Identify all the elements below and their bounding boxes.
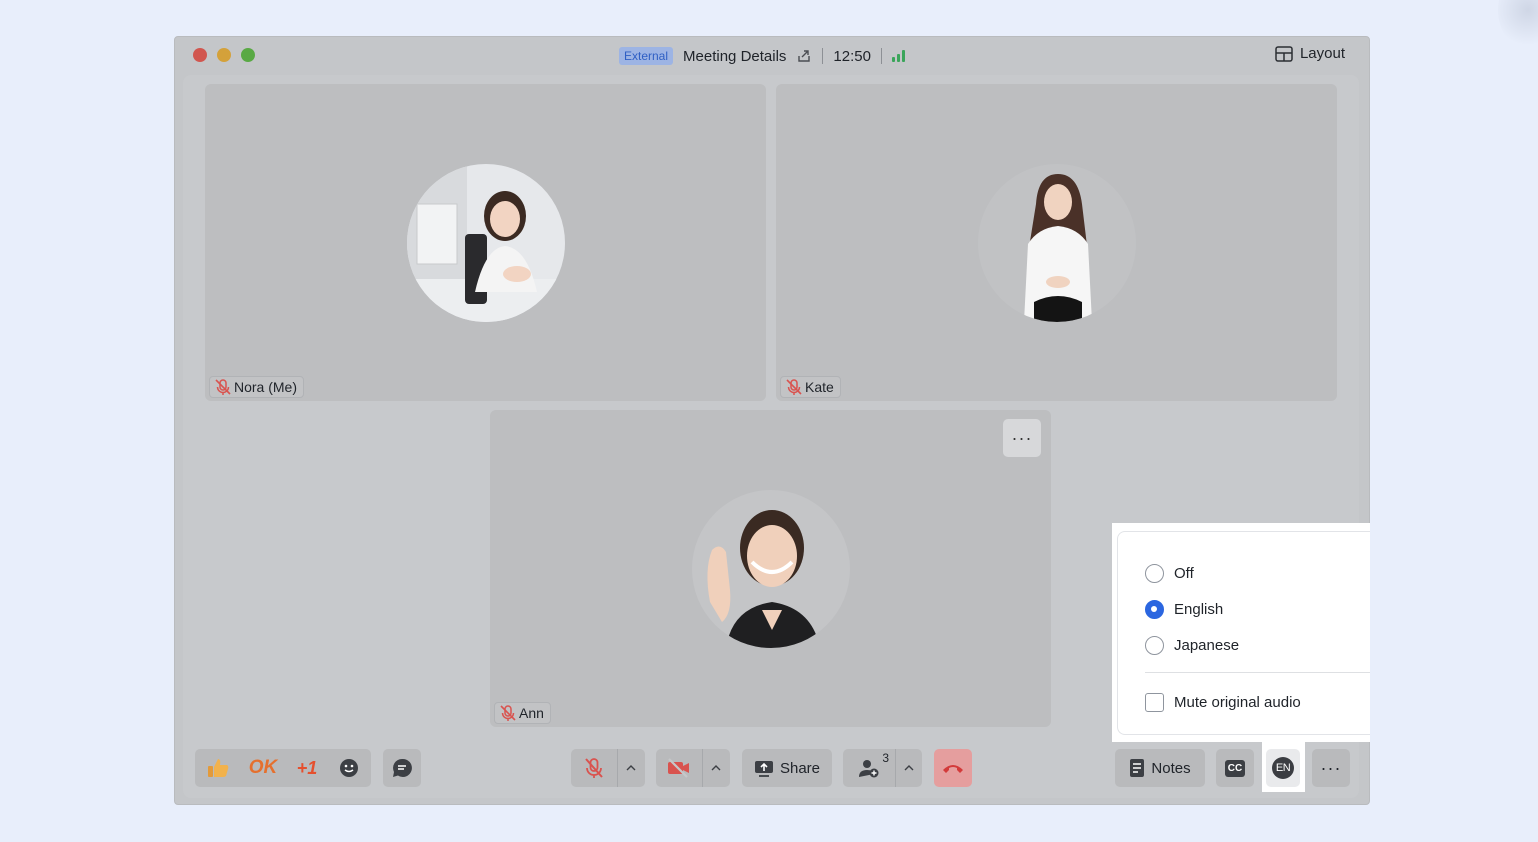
reactions-group: OK +1 xyxy=(195,749,371,787)
share-button-content: Share xyxy=(754,749,820,787)
network-signal-icon[interactable] xyxy=(891,50,905,62)
video-off-icon xyxy=(668,758,689,778)
grid-layout-icon xyxy=(1275,45,1293,62)
radio-off[interactable] xyxy=(1145,564,1164,583)
participants-options-caret[interactable] xyxy=(895,749,921,787)
minimize-window-button[interactable] xyxy=(217,48,231,62)
emoji-button[interactable] xyxy=(329,749,369,787)
interpretation-menu: Off English Japanese Mute original audio xyxy=(1117,531,1370,735)
participants-icon xyxy=(859,760,879,778)
mic-muted-icon xyxy=(500,705,516,721)
radio-japanese[interactable] xyxy=(1145,636,1164,655)
radio-english-selected[interactable] xyxy=(1145,600,1164,619)
more-options-button[interactable]: ··· xyxy=(1312,749,1350,787)
background-shadow xyxy=(1498,0,1538,50)
notes-label: Notes xyxy=(1151,759,1191,777)
interpretation-popover: Off English Japanese Mute original audio xyxy=(1112,523,1370,742)
meeting-timer: 12:50 xyxy=(833,47,871,65)
notes-icon xyxy=(1130,759,1145,777)
mute-original-audio-option[interactable]: Mute original audio xyxy=(1145,693,1301,712)
chevron-up-icon xyxy=(626,765,635,771)
participant-name: Nora (Me) xyxy=(234,379,298,395)
option-label: English xyxy=(1174,601,1224,618)
mute-original-checkbox[interactable] xyxy=(1145,693,1164,712)
thumbs-up-button[interactable] xyxy=(195,749,241,787)
notes-button[interactable]: Notes xyxy=(1115,749,1205,787)
video-tile-nora[interactable]: Nora (Me) xyxy=(205,84,766,401)
mic-muted-icon xyxy=(585,758,603,778)
cc-icon: CC xyxy=(1224,759,1246,777)
maximize-window-button[interactable] xyxy=(241,48,255,62)
chevron-up-icon xyxy=(711,765,720,771)
title-bar: External Meeting Details 12:50 Layout xyxy=(175,37,1369,75)
share-screen-icon xyxy=(754,761,773,777)
meeting-title-group: External Meeting Details 12:50 xyxy=(619,45,905,67)
participant-name: Ann xyxy=(519,705,544,721)
mute-toggle-button[interactable] xyxy=(571,749,617,787)
avatar xyxy=(407,164,565,322)
mic-options-caret[interactable] xyxy=(617,749,643,787)
avatar xyxy=(692,490,850,648)
title-divider xyxy=(822,48,824,64)
title-divider xyxy=(880,48,882,64)
menu-divider xyxy=(1145,672,1370,673)
end-call-button[interactable] xyxy=(934,749,972,787)
option-label: Off xyxy=(1174,565,1194,582)
mic-muted-icon xyxy=(215,379,231,395)
video-control-group xyxy=(656,749,730,787)
participant-name-tag: Kate xyxy=(780,376,841,398)
participant-name: Kate xyxy=(805,379,834,395)
smiley-icon xyxy=(340,759,358,777)
interpretation-language-button[interactable]: EN xyxy=(1266,749,1300,787)
external-badge: External xyxy=(619,47,674,65)
mic-control-group xyxy=(571,749,645,787)
participants-button[interactable]: 3 xyxy=(843,749,895,787)
video-options-caret[interactable] xyxy=(702,749,728,787)
chat-button[interactable] xyxy=(383,749,421,787)
chevron-up-icon xyxy=(904,765,913,771)
share-link-icon[interactable] xyxy=(796,48,812,64)
participants-count: 3 xyxy=(882,751,889,765)
ok-reaction-button[interactable]: OK xyxy=(241,749,285,787)
chat-bubble-icon xyxy=(393,758,412,777)
captions-button[interactable]: CC xyxy=(1216,749,1254,787)
video-tile-kate[interactable]: Kate xyxy=(776,84,1337,401)
meeting-details-link[interactable]: Meeting Details xyxy=(683,48,786,65)
participant-name-tag: Ann xyxy=(494,702,551,724)
option-english[interactable]: English xyxy=(1145,600,1223,619)
video-toggle-button[interactable] xyxy=(656,749,702,787)
mic-muted-icon xyxy=(786,379,802,395)
participants-group: 3 xyxy=(843,749,922,787)
layout-button[interactable]: Layout xyxy=(1275,45,1345,62)
more-dots-icon: ··· xyxy=(1320,757,1342,778)
hang-up-icon xyxy=(943,765,963,773)
notes-button-content: Notes xyxy=(1129,749,1191,787)
thumbs-up-icon xyxy=(208,759,229,777)
option-japanese[interactable]: Japanese xyxy=(1145,636,1239,655)
language-en-icon: EN xyxy=(1272,757,1294,779)
plus-one-reaction-button[interactable]: +1 xyxy=(285,749,329,787)
option-off[interactable]: Off xyxy=(1145,564,1194,583)
tile-more-button[interactable]: ··· xyxy=(1003,419,1041,457)
avatar xyxy=(978,164,1136,322)
mute-original-label: Mute original audio xyxy=(1174,694,1301,711)
participant-name-tag: Nora (Me) xyxy=(209,376,305,398)
share-button[interactable]: Share xyxy=(742,749,832,787)
layout-label: Layout xyxy=(1299,45,1345,62)
video-tile-ann[interactable]: ··· Ann xyxy=(490,410,1051,727)
option-label: Japanese xyxy=(1174,637,1240,654)
share-label: Share xyxy=(779,759,821,777)
close-window-button[interactable] xyxy=(193,48,207,62)
